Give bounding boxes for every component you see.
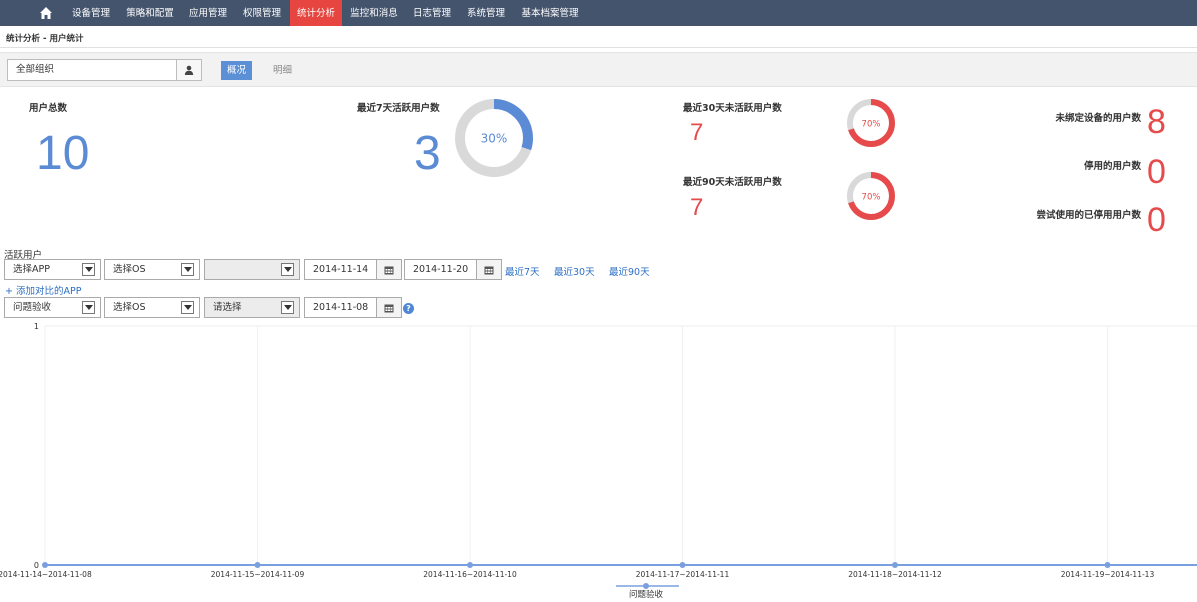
top-nav: 设备管理 策略和配置 应用管理 权限管理 统计分析 监控和消息 日志管理 系统管… [0,0,1197,26]
nav-item-archive[interactable]: 基本档案管理 [514,0,586,26]
tried-disabled-value: 0 [1147,201,1166,239]
unbound-label: 未绑定设备的用户数 [1055,113,1141,124]
nav-item-monitor[interactable]: 监控和消息 [344,0,404,26]
inactive30-donut: 70% [847,99,895,147]
select-app[interactable]: 选择APP [4,259,101,280]
x-tick-label: 2014-11-18~2014-11-12 [848,570,942,579]
disabled-value: 0 [1147,153,1166,191]
inactive90-value: 7 [690,194,704,221]
chevron-down-icon [181,263,194,276]
nav-item-statistics[interactable]: 统计分析 [290,0,342,26]
chevron-down-icon [82,263,95,276]
calendar-icon [384,304,394,312]
x-tick-label: 2014-11-17~2014-11-11 [636,570,730,579]
quick-90-days[interactable]: 最近90天 [609,264,650,278]
tab-overview[interactable]: 概况 [221,61,252,80]
x-tick-label: 2014-11-19~2014-11-13 [1061,570,1155,579]
data-point [254,562,261,568]
filter-bar: 全部组织 概况 明细 [0,52,1197,87]
unbound-value: 8 [1147,103,1166,141]
tab-detail[interactable]: 明细 [273,61,292,80]
date-to-picker[interactable] [476,259,502,280]
chevron-down-icon [281,301,294,314]
x-tick-label: 2014-11-14~2014-11-08 [0,570,92,579]
home-icon[interactable] [38,5,54,21]
data-point [1104,562,1111,568]
date-to-input[interactable]: 2014-11-20 [404,259,477,280]
select-compare-pick[interactable]: 请选择 [204,297,300,318]
data-point [679,562,686,568]
compare-date-picker[interactable] [376,297,402,318]
breadcrumb: 统计分析 - 用户统计 [6,34,84,44]
legend-marker [643,583,649,589]
inactive30-value: 7 [690,119,704,146]
nav-item-policy[interactable]: 策略和配置 [120,0,180,26]
active-users-chart: 0 1 2014-11-14~2014-11-08 2014-11-15~2014-1… [0,322,1197,600]
select-compare-app-value: 问题验收 [13,302,52,313]
divider [0,47,1197,48]
select-os-value: 选择OS [113,264,146,275]
calendar-icon [384,266,394,274]
select-compare-os-value: 选择OS [113,302,146,313]
calendar-icon [484,266,494,274]
inactive30-percent: 70% [862,120,881,130]
chevron-down-icon [181,301,194,314]
nav-item-app[interactable]: 应用管理 [182,0,234,26]
active7-value: 3 [414,127,441,180]
user-icon [184,65,194,75]
y-tick-label: 1 [34,322,39,331]
inactive30-label: 最近30天未活跃用户数 [683,103,782,114]
help-icon[interactable]: ? [403,303,414,314]
active7-donut: 30% [455,99,533,177]
compare-date-input[interactable]: 2014-11-08 [304,297,377,318]
data-point [42,562,48,568]
select-os[interactable]: 选择OS [104,259,200,280]
legend-label: 问题验收 [629,589,664,600]
select-compare-app[interactable]: 问题验收 [4,297,101,318]
nav-item-permission[interactable]: 权限管理 [236,0,288,26]
inactive90-percent: 70% [862,193,881,203]
quick-30-days[interactable]: 最近30天 [554,264,595,278]
disabled-label: 停用的用户数 [1083,161,1141,172]
y-tick-label: 0 [34,561,39,570]
tried-disabled-label: 尝试使用的已停用用户数 [1036,210,1141,221]
select-third[interactable] [204,259,300,280]
inactive90-label: 最近90天未活跃用户数 [683,177,782,188]
add-compare-app-link[interactable]: + 添加对比的APP [5,283,81,297]
nav-item-log[interactable]: 日志管理 [406,0,458,26]
chevron-down-icon [82,301,95,314]
total-users-value: 10 [36,127,90,180]
inactive90-donut: 70% [847,172,895,220]
nav-item-system[interactable]: 系统管理 [460,0,512,26]
x-tick-label: 2014-11-15~2014-11-09 [211,570,305,579]
org-picker-button[interactable] [176,59,202,81]
total-users-label: 用户总数 [29,103,68,114]
quick-7-days[interactable]: 最近7天 [505,264,540,278]
org-input[interactable]: 全部组织 [7,59,177,81]
data-point [467,562,473,568]
date-from-input[interactable]: 2014-11-14 [304,259,377,280]
nav-item-device[interactable]: 设备管理 [64,0,118,26]
active7-percent: 30% [481,132,508,146]
chevron-down-icon [281,263,294,276]
select-compare-pick-value: 请选择 [213,302,242,313]
select-app-value: 选择APP [13,264,50,275]
data-point [892,562,898,568]
active7-label: 最近7天活跃用户数 [357,103,440,114]
date-from-picker[interactable] [376,259,402,280]
select-compare-os[interactable]: 选择OS [104,297,200,318]
x-tick-label: 2014-11-16~2014-11-10 [423,570,517,579]
